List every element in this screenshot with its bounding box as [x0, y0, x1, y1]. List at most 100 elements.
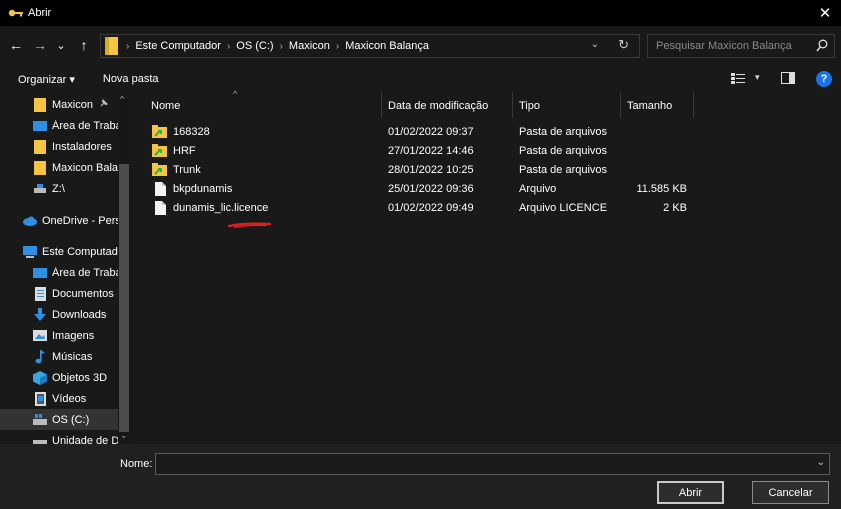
- column-header-type[interactable]: Tipo: [519, 96, 540, 116]
- sidebar-item-area-de-trabalho[interactable]: Área de Trabal: [0, 115, 118, 136]
- cube-icon: [32, 370, 48, 385]
- sidebar-scrollbar[interactable]: ^ ⌄: [118, 92, 130, 444]
- breadcrumb-maxicon[interactable]: Maxicon: [289, 40, 330, 52]
- sidebar-item-z-drive[interactable]: Z:\: [0, 178, 118, 199]
- sidebar-item-objetos-3d[interactable]: Objetos 3D: [0, 367, 118, 388]
- preview-pane-icon[interactable]: [781, 72, 795, 87]
- navigation-bar: ← → ⌄ ↑ › Este Computador › OS (C:) › Ma…: [0, 30, 841, 60]
- sidebar-item-este-computador[interactable]: Este Computad: [0, 241, 118, 262]
- title-bar: Abrir ✕: [0, 0, 841, 26]
- file-name: Trunk: [152, 160, 201, 179]
- chevron-down-icon[interactable]: ⌄: [817, 457, 825, 468]
- folder-icon: [32, 97, 48, 112]
- dialog-footer: Nome: ⌄ Abrir Cancelar: [0, 444, 841, 509]
- help-button[interactable]: ?: [816, 71, 832, 87]
- sidebar-item-imagens[interactable]: Imagens: [0, 325, 118, 346]
- shortcut-folder-icon: [152, 143, 168, 158]
- organize-menu[interactable]: Organizar ▾: [18, 73, 75, 86]
- folder-icon: [104, 36, 120, 56]
- refresh-icon[interactable]: ↻: [618, 37, 629, 53]
- file-row-bkpdunamis[interactable]: bkpdunamis 25/01/2022 09:36 Arquivo 11.5…: [148, 179, 708, 198]
- chevron-right-icon: ›: [126, 40, 130, 52]
- sidebar-item-onedrive[interactable]: OneDrive - Pers: [0, 210, 118, 231]
- navigation-pane: Maxicon Área de Trabal Instaladores Maxi…: [0, 92, 130, 444]
- sidebar-item-maxicon[interactable]: Maxicon: [0, 94, 118, 115]
- filename-input[interactable]: [156, 454, 806, 474]
- scroll-up-icon[interactable]: ^: [120, 94, 124, 104]
- filename-combobox[interactable]: ⌄: [155, 453, 830, 475]
- sidebar-item-os-c[interactable]: OS (C:): [0, 409, 118, 430]
- back-button[interactable]: ←: [6, 35, 26, 55]
- sidebar-item-documentos[interactable]: Documentos: [0, 283, 118, 304]
- file-name: bkpdunamis: [152, 179, 232, 198]
- sidebar-item-downloads[interactable]: Downloads: [0, 304, 118, 325]
- file-row-trunk[interactable]: Trunk 28/01/2022 10:25 Pasta de arquivos: [148, 160, 708, 179]
- sidebar-item-maxicon-balanca[interactable]: Maxicon Balar: [0, 157, 118, 178]
- file-size: [627, 122, 687, 141]
- scrollbar-thumb[interactable]: [119, 164, 129, 432]
- view-dropdown-icon[interactable]: ▾: [755, 72, 760, 83]
- file-modified: 28/01/2022 10:25: [388, 163, 474, 176]
- recent-locations-button[interactable]: ⌄: [54, 35, 68, 55]
- file-type: Pasta de arquivos: [519, 125, 608, 138]
- cancel-button[interactable]: Cancelar: [752, 481, 829, 504]
- pin-icon[interactable]: [99, 98, 109, 111]
- file-size: 2 KB: [663, 201, 687, 214]
- up-button[interactable]: ↑: [74, 35, 94, 55]
- file-row-168328[interactable]: 168328 01/02/2022 09:37 Pasta de arquivo…: [148, 122, 708, 141]
- sidebar-item-unidade-de-dvd[interactable]: Unidade de D: [0, 430, 118, 444]
- file-name: 168328: [152, 122, 210, 141]
- file-name: HRF: [152, 141, 196, 160]
- chevron-right-icon: ›: [335, 40, 340, 52]
- chevron-right-icon: ›: [279, 40, 283, 52]
- file-icon: [152, 200, 168, 215]
- desktop-icon: [32, 266, 48, 280]
- column-divider[interactable]: [512, 92, 513, 118]
- drive-icon: [32, 413, 48, 427]
- column-header-size[interactable]: Tamanho: [627, 96, 672, 116]
- search-box[interactable]: [647, 34, 835, 58]
- breadcrumb-este-computador[interactable]: Este Computador: [135, 40, 221, 52]
- sidebar-item-area-de-trabalho-2[interactable]: Área de Trabal: [0, 262, 118, 283]
- open-button[interactable]: Abrir: [657, 481, 724, 504]
- command-bar: Organizar ▾ Nova pasta: [0, 66, 841, 92]
- address-dropdown-icon[interactable]: ⌄: [591, 39, 599, 50]
- file-name: dunamis_lic.licence: [152, 198, 268, 217]
- chevron-right-icon: ›: [226, 40, 231, 52]
- file-type: Pasta de arquivos: [519, 144, 608, 157]
- forward-button[interactable]: →: [30, 35, 50, 55]
- window-title: Abrir: [28, 7, 52, 19]
- search-input[interactable]: [648, 40, 803, 52]
- sidebar-item-instaladores[interactable]: Instaladores: [0, 136, 118, 157]
- sidebar-item-musicas[interactable]: Músicas: [0, 346, 118, 367]
- drive-icon: [32, 434, 48, 444]
- folder-icon: [32, 139, 48, 154]
- column-header-name[interactable]: Nome: [151, 96, 180, 116]
- file-row-dunamis-lic-licence[interactable]: dunamis_lic.licence 01/02/2022 09:49 Arq…: [148, 198, 708, 217]
- view-options-icon[interactable]: [731, 72, 745, 87]
- sidebar-item-videos[interactable]: Vídeos: [0, 388, 118, 409]
- filename-label: Nome:: [120, 458, 153, 470]
- file-row-hrf[interactable]: HRF 27/01/2022 14:46 Pasta de arquivos: [148, 141, 708, 160]
- breadcrumb-maxicon-balanca[interactable]: Maxicon Balança: [345, 40, 429, 52]
- shortcut-folder-icon: [152, 124, 168, 139]
- address-bar[interactable]: › Este Computador › OS (C:) › Maxicon › …: [100, 34, 640, 58]
- file-modified: 01/02/2022 09:37: [388, 125, 474, 138]
- breadcrumb-os-c[interactable]: OS (C:): [236, 40, 273, 52]
- download-icon: [32, 307, 48, 322]
- column-divider[interactable]: [693, 92, 694, 118]
- file-modified: 27/01/2022 14:46: [388, 144, 474, 157]
- folder-icon: [32, 160, 48, 175]
- file-size: [627, 141, 687, 160]
- column-divider[interactable]: [620, 92, 621, 118]
- scroll-down-icon[interactable]: ⌄: [120, 430, 128, 441]
- column-header-modified[interactable]: Data de modificação: [388, 96, 488, 116]
- computer-icon: [22, 245, 38, 259]
- file-size: 11.585 KB: [636, 182, 687, 195]
- search-icon[interactable]: [816, 39, 828, 56]
- file-type: Arquivo LICENCE: [519, 201, 608, 214]
- new-folder-button[interactable]: Nova pasta: [103, 73, 159, 85]
- network-drive-icon: [32, 182, 48, 196]
- column-divider[interactable]: [381, 92, 382, 118]
- close-button[interactable]: ✕: [815, 3, 835, 23]
